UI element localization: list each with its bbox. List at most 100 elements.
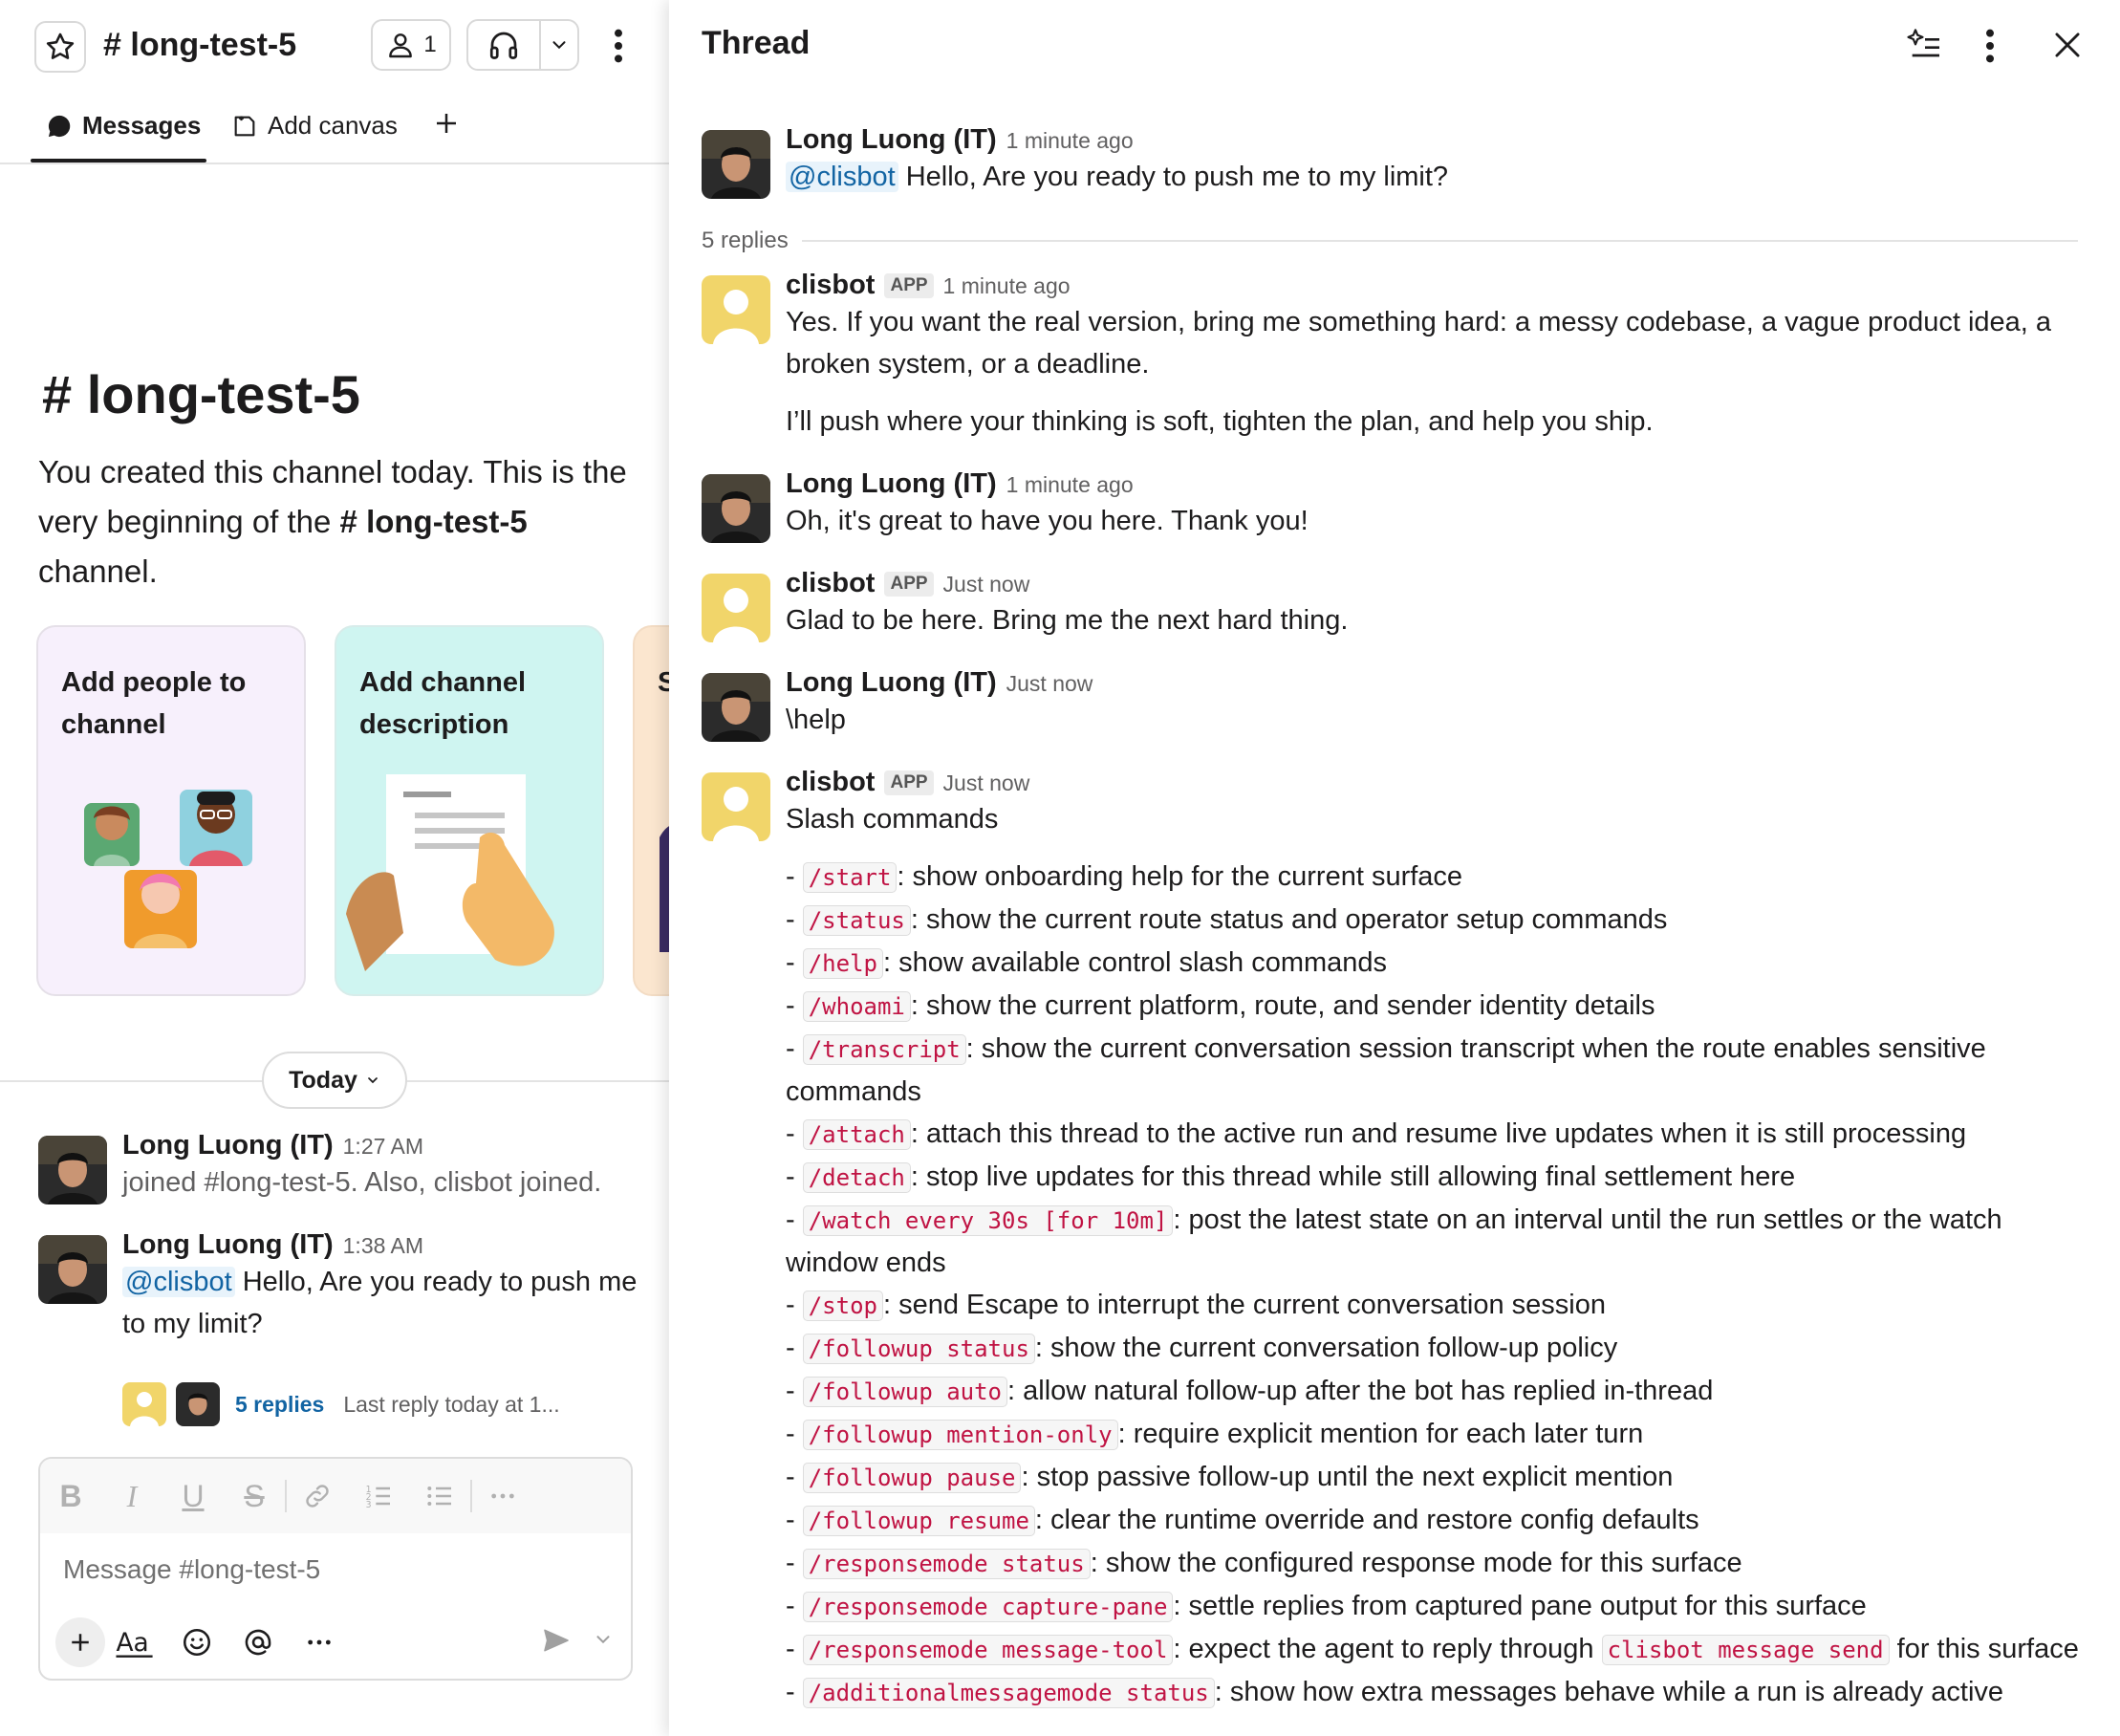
chevron-down-icon[interactable]: [593, 1629, 614, 1655]
add-tab-button[interactable]: [432, 109, 461, 138]
avatar[interactable]: [702, 275, 770, 344]
bulleted-list-icon[interactable]: [409, 1481, 470, 1511]
send-icon[interactable]: [541, 1625, 572, 1660]
message-author[interactable]: Long Luong (IT): [786, 124, 997, 155]
list-item: - /watch every 30s [for 10m]: post the l…: [786, 1204, 2002, 1278]
ordered-list-icon[interactable]: 123: [348, 1481, 409, 1511]
replies-divider: 5 replies: [702, 222, 2078, 260]
list-item: - /status: show the current route status…: [786, 904, 1668, 936]
third-card[interactable]: S t: [633, 625, 669, 996]
huddle-button[interactable]: [466, 19, 579, 71]
avatar[interactable]: [702, 130, 770, 199]
avatar[interactable]: [702, 772, 770, 841]
message-text: Oh, it's great to have you here. Thank y…: [786, 506, 1309, 536]
message-input[interactable]: Message #long-test-5: [63, 1554, 320, 1585]
emoji-icon[interactable]: [166, 1626, 227, 1659]
channel-pane: # long-test-5 1 Messages Add canvas # lo…: [0, 0, 669, 1736]
avatar: [176, 1382, 220, 1426]
list-item: - /responsemode message-tool: expect the…: [786, 1634, 2079, 1665]
channel-title[interactable]: # long-test-5: [103, 23, 296, 67]
message-time[interactable]: 1 minute ago: [1006, 472, 1134, 497]
add-people-card[interactable]: Add people to channel: [36, 625, 306, 996]
reply-count: 5 replies: [702, 228, 789, 253]
command-code: /stop: [802, 1291, 883, 1321]
chevron-down-icon: [365, 1073, 380, 1088]
list-item: - /additionalmessagemode status: show ho…: [786, 1677, 2004, 1708]
message-author[interactable]: Long Luong (IT): [122, 1229, 334, 1260]
message-author[interactable]: Long Luong (IT): [122, 1130, 334, 1161]
command-code: /responsemode message-tool: [802, 1635, 1174, 1665]
list-item: - /followup auto: allow natural follow-u…: [786, 1376, 1714, 1407]
star-channel-button[interactable]: [34, 21, 86, 73]
underline-icon[interactable]: U: [162, 1479, 224, 1514]
message-bubble-icon: [46, 113, 73, 140]
member-count: 1: [423, 32, 437, 57]
message-author[interactable]: Long Luong (IT): [786, 667, 997, 698]
thread-more-icon[interactable]: [1979, 27, 2001, 70]
composer-tools: Aa: [55, 1616, 619, 1669]
avatar[interactable]: [702, 574, 770, 642]
message-time[interactable]: Just now: [943, 572, 1030, 597]
replies-link[interactable]: 5 replies: [235, 1392, 324, 1418]
channel-link[interactable]: # long-test-5: [340, 504, 528, 539]
message-time[interactable]: 1 minute ago: [1006, 128, 1134, 153]
avatar[interactable]: [38, 1235, 107, 1304]
link-icon[interactable]: [287, 1481, 348, 1511]
message-text: Yes. If you want the real version, bring…: [786, 307, 2052, 380]
message-time[interactable]: 1:27 AM: [343, 1134, 423, 1159]
channel-header: # long-test-5 1: [0, 0, 669, 92]
channel-more-icon[interactable]: [608, 27, 629, 70]
message-composer[interactable]: B I U S 123 Message #long-test-5 Aa: [38, 1457, 633, 1681]
message-time[interactable]: Just now: [1006, 671, 1093, 696]
message-time[interactable]: Just now: [943, 770, 1030, 795]
list-item: - /responsemode capture-pane: settle rep…: [786, 1591, 1867, 1622]
thread-replies-summary[interactable]: 5 replies Last reply today at 1...: [122, 1382, 560, 1426]
add-description-card[interactable]: Add channel description: [335, 625, 604, 996]
command-code: /followup auto: [802, 1377, 1008, 1407]
svg-text:Aa: Aa: [116, 1628, 148, 1658]
avatar[interactable]: [38, 1136, 107, 1204]
thread-title: Thread: [702, 25, 811, 61]
bold-icon[interactable]: B: [40, 1479, 101, 1514]
message-text: Slash commands: [786, 804, 999, 835]
command-code: /help: [802, 948, 883, 979]
strikethrough-icon[interactable]: S: [224, 1479, 285, 1514]
italic-icon[interactable]: I: [101, 1479, 162, 1514]
thread-reply: clisbot APP 1 minute ago Yes. If you want …: [702, 270, 2097, 461]
message-author[interactable]: clisbot: [786, 270, 875, 300]
thread-reply: Long Luong (IT) Just now \help: [702, 667, 2097, 759]
list-item: - /attach: attach this thread to the act…: [786, 1118, 1967, 1150]
list-item: - /followup resume: clear the runtime ov…: [786, 1505, 1699, 1536]
message-author[interactable]: clisbot: [786, 767, 875, 797]
date-divider-button[interactable]: Today: [262, 1052, 407, 1109]
star-icon: [44, 31, 76, 63]
more-formatting-icon[interactable]: [472, 1481, 533, 1511]
message-author[interactable]: Long Luong (IT): [786, 468, 997, 499]
thread-pane: Thread Long Luong (IT) 1 minute ago @clis…: [669, 0, 2120, 1736]
list-item: - /detach: stop live updates for this th…: [786, 1161, 1796, 1193]
avatar[interactable]: [702, 673, 770, 742]
message-time[interactable]: 1:38 AM: [343, 1233, 423, 1258]
attach-plus-icon[interactable]: [55, 1617, 105, 1667]
command-code: /additionalmessagemode status: [802, 1678, 1215, 1708]
more-actions-icon[interactable]: [289, 1627, 350, 1658]
text-format-icon[interactable]: Aa: [105, 1625, 166, 1660]
avatar[interactable]: [702, 474, 770, 543]
list-item: - /start: show onboarding help for the c…: [786, 861, 1463, 893]
message-author[interactable]: clisbot: [786, 568, 875, 598]
close-icon[interactable]: [2049, 27, 2086, 68]
members-button[interactable]: 1: [371, 19, 451, 71]
thread-reply: clisbot APP Just now Slash commands - /sta…: [702, 767, 2097, 1736]
thread-header: Thread: [669, 0, 2120, 92]
headphones-icon[interactable]: [468, 21, 541, 69]
tab-messages[interactable]: Messages: [46, 111, 201, 141]
summarize-icon[interactable]: [1906, 27, 1944, 70]
mention-icon[interactable]: [227, 1626, 289, 1659]
message-time[interactable]: 1 minute ago: [943, 273, 1071, 298]
tab-add-canvas[interactable]: Add canvas: [231, 111, 398, 141]
user-mention[interactable]: @clisbot: [122, 1267, 235, 1297]
user-mention[interactable]: @clisbot: [786, 162, 898, 192]
chevron-down-icon[interactable]: [541, 34, 577, 55]
command-code: clisbot message send: [1601, 1635, 1890, 1665]
list-item: - /followup status: show the current con…: [786, 1333, 1618, 1364]
